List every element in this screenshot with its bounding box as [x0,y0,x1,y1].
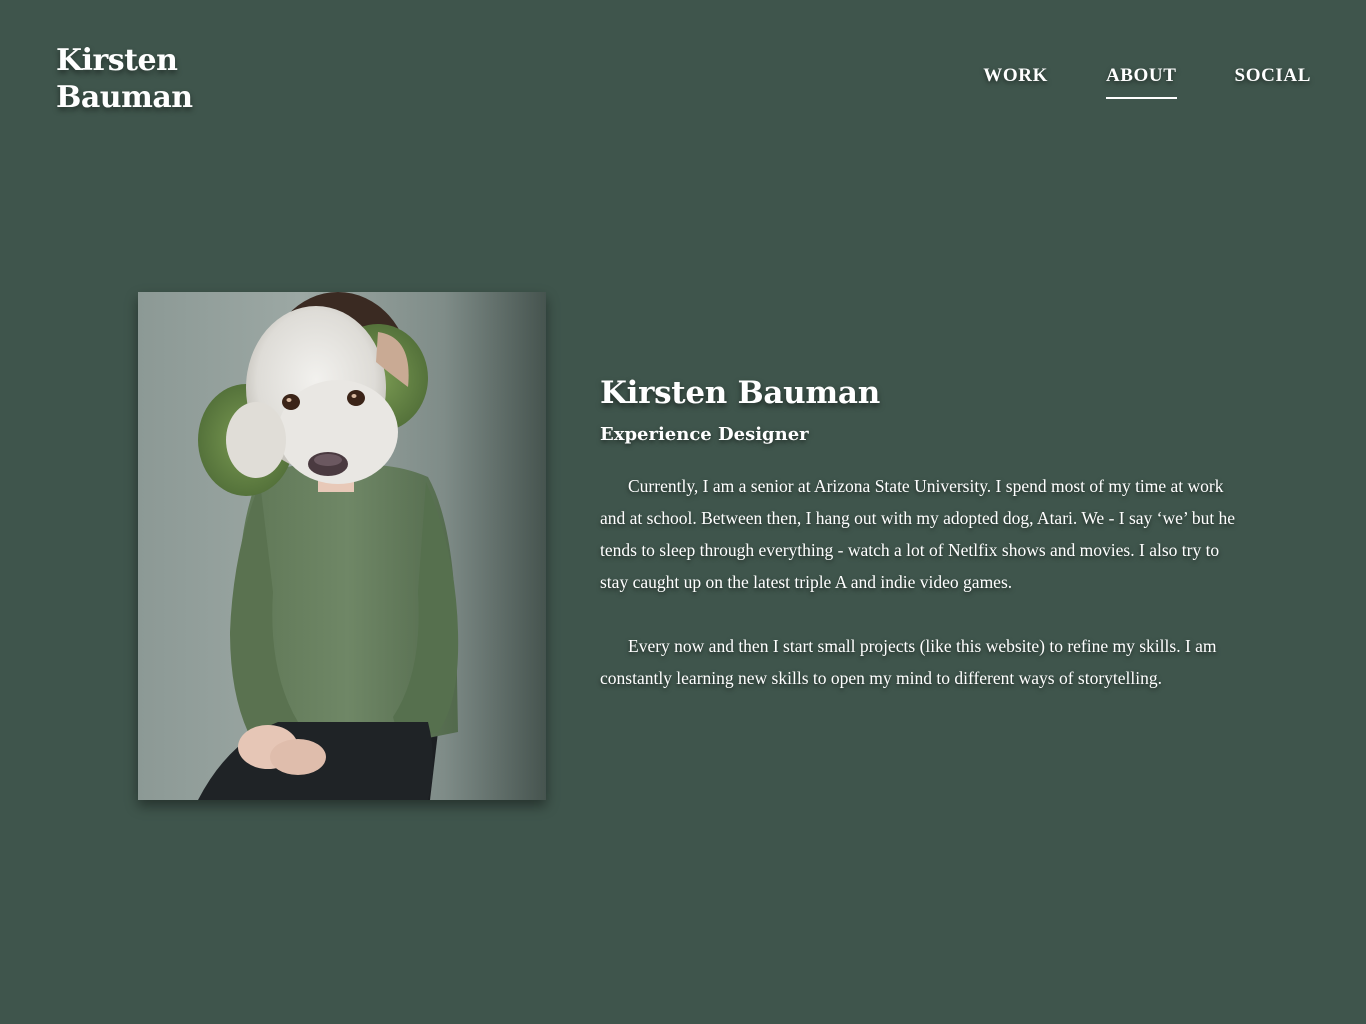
nav-about-link[interactable]: ABOUT [1105,64,1177,99]
about-section: Kirsten Bauman Experience Designer Curre… [600,372,1240,726]
about-paragraph-1: Currently, I am a senior at Arizona Stat… [600,476,1236,592]
site-logo[interactable]: Kirsten Bauman [56,42,296,116]
logo-last-name: Bauman [56,80,193,115]
about-paragraph-2: Every now and then I start small project… [600,636,1217,688]
about-name-heading: Kirsten Bauman [600,375,880,411]
nav-work-link[interactable]: WORK [983,64,1048,99]
main-nav: WORK ABOUT SOCIAL [983,64,1311,99]
nav-social-link[interactable]: SOCIAL [1235,64,1311,99]
profile-photo [138,292,546,800]
logo-first-name: Kirsten [56,43,178,78]
about-role-subheading: Experience Designer [600,424,809,445]
